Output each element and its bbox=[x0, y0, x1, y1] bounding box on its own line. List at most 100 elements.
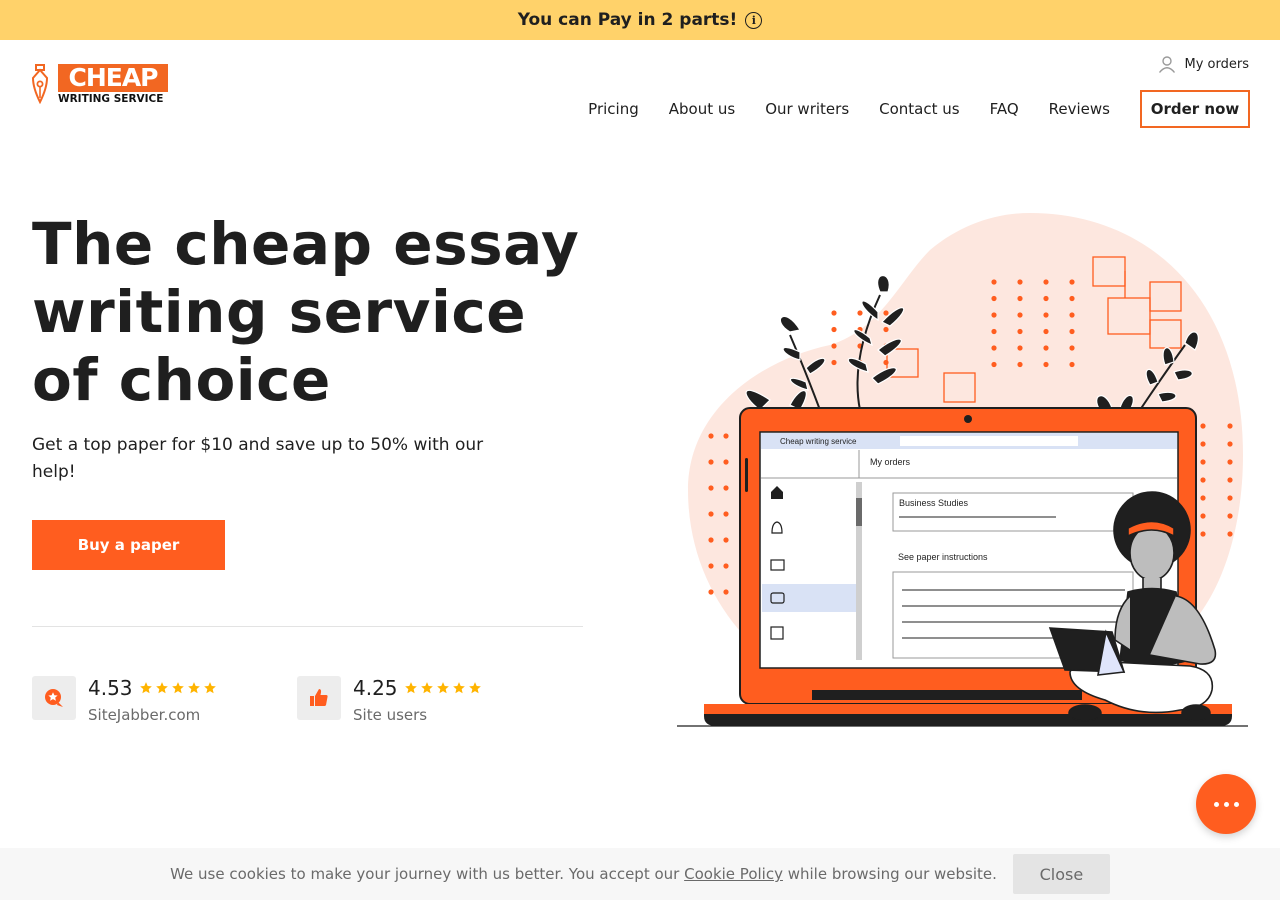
decorative-dot bbox=[708, 563, 714, 569]
nav-pricing[interactable]: Pricing bbox=[588, 90, 639, 128]
cookie-policy-link[interactable]: Cookie Policy bbox=[684, 865, 783, 883]
decorative-dot bbox=[1069, 312, 1075, 318]
decorative-dot bbox=[1200, 477, 1206, 483]
decorative-dot bbox=[708, 459, 714, 465]
decorative-dot bbox=[708, 511, 714, 517]
my-orders-label: My orders bbox=[1184, 56, 1249, 72]
decorative-dot bbox=[1017, 312, 1023, 318]
divider bbox=[32, 626, 583, 627]
decorative-dot bbox=[883, 326, 889, 333]
decorative-dot bbox=[1227, 423, 1233, 429]
decorative-dot bbox=[1043, 312, 1049, 318]
rating-site-users: 4.25 Site users bbox=[297, 676, 482, 724]
rating-sitejabber: 4.53 SiteJabber.com bbox=[32, 676, 217, 724]
decorative-dot bbox=[883, 359, 889, 366]
decorative-dot bbox=[991, 279, 997, 285]
decorative-dot bbox=[1200, 423, 1206, 429]
promo-text: You can Pay in 2 parts! bbox=[517, 10, 738, 30]
decorative-dot bbox=[1200, 495, 1206, 501]
nav-about-us[interactable]: About us bbox=[669, 90, 735, 128]
decorative-dot bbox=[831, 326, 837, 333]
decorative-dot bbox=[1227, 513, 1233, 519]
hero-subtitle: Get a top paper for $10 and save up to 5… bbox=[32, 435, 484, 482]
nav-contact-us[interactable]: Contact us bbox=[879, 90, 959, 128]
star-rating bbox=[404, 681, 482, 695]
decorative-dot bbox=[1017, 295, 1023, 302]
star-icon bbox=[404, 682, 417, 694]
decorative-dot bbox=[1017, 345, 1023, 351]
decorative-dot bbox=[723, 589, 729, 595]
promo-bar[interactable]: You can Pay in 2 parts! i bbox=[0, 0, 1280, 40]
decorative-dot bbox=[1017, 279, 1023, 285]
decorative-dot bbox=[723, 511, 729, 517]
chat-button[interactable] bbox=[1196, 774, 1256, 834]
decorative-dot bbox=[991, 295, 997, 302]
illustration-instructions-label: See paper instructions bbox=[898, 552, 988, 562]
decorative-dot bbox=[991, 312, 997, 318]
star-icon bbox=[171, 682, 184, 694]
decorative-dot bbox=[991, 328, 997, 335]
logo-word: CHEAP bbox=[58, 64, 168, 92]
decorative-dot bbox=[1069, 279, 1075, 285]
info-icon[interactable]: i bbox=[745, 11, 763, 29]
nav-reviews[interactable]: Reviews bbox=[1049, 90, 1110, 128]
decorative-dot bbox=[1017, 361, 1023, 368]
decorative-dot bbox=[1227, 441, 1233, 447]
order-now-button[interactable]: Order now bbox=[1140, 90, 1250, 128]
logo[interactable]: CHEAP WRITING SERVICE bbox=[30, 64, 168, 106]
decorative-dot bbox=[723, 537, 729, 543]
decorative-dot bbox=[708, 433, 714, 439]
decorative-dot bbox=[1017, 328, 1023, 335]
star-icon bbox=[187, 682, 200, 694]
decorative-dot bbox=[708, 589, 714, 595]
decorative-dot bbox=[883, 310, 889, 316]
star-rating bbox=[139, 681, 217, 695]
chat-dot bbox=[1223, 801, 1229, 807]
buy-paper-button[interactable]: Buy a paper bbox=[32, 520, 225, 570]
rating-source: SiteJabber.com bbox=[88, 706, 201, 724]
decorative-dot bbox=[708, 537, 714, 543]
star-icon bbox=[139, 682, 152, 694]
decorative-dot bbox=[1043, 361, 1049, 368]
decorative-dot bbox=[1069, 345, 1075, 351]
decorative-dot bbox=[1200, 513, 1206, 519]
star-icon bbox=[420, 682, 433, 694]
main-nav: Pricing About us Our writers Contact us … bbox=[588, 90, 1250, 128]
decorative-dot bbox=[1043, 345, 1049, 351]
nav-faq[interactable]: FAQ bbox=[990, 90, 1019, 128]
decorative-dot bbox=[1043, 295, 1049, 302]
decorative-dot bbox=[1227, 495, 1233, 501]
my-orders-link[interactable]: My orders bbox=[1158, 55, 1249, 73]
hero-illustration: Cheap writing service My orders Business… bbox=[677, 213, 1248, 727]
decorative-dot bbox=[1227, 531, 1233, 537]
thumbs-up-icon bbox=[297, 676, 341, 720]
sitejabber-icon bbox=[32, 676, 76, 720]
decorative-dot bbox=[1043, 328, 1049, 335]
illustration-field-label: Business Studies bbox=[899, 498, 969, 508]
user-icon bbox=[1158, 56, 1175, 73]
cookie-text-after: while browsing our website. bbox=[787, 865, 997, 883]
star-icon bbox=[468, 682, 481, 694]
star-icon bbox=[155, 682, 168, 694]
cookie-close-button[interactable]: Close bbox=[1012, 854, 1110, 894]
decorative-dot bbox=[1200, 459, 1206, 465]
logo-subtitle: WRITING SERVICE bbox=[58, 93, 164, 105]
decorative-dot bbox=[831, 359, 837, 366]
decorative-dot bbox=[1200, 531, 1206, 537]
cookie-text-before: We use cookies to make your journey with… bbox=[170, 865, 680, 883]
hero-title: The cheap essay writing service of choic… bbox=[32, 210, 580, 414]
illustration-page-title: My orders bbox=[870, 457, 911, 467]
decorative-dot bbox=[723, 433, 729, 439]
nav-our-writers[interactable]: Our writers bbox=[765, 90, 849, 128]
star-icon bbox=[452, 682, 465, 694]
decorative-dot bbox=[723, 563, 729, 569]
chat-dot bbox=[1233, 801, 1239, 807]
pen-nib-icon bbox=[31, 64, 49, 104]
decorative-dot bbox=[1069, 328, 1075, 335]
cookie-banner: We use cookies to make your journey with… bbox=[0, 848, 1280, 900]
decorative-dot bbox=[723, 485, 729, 491]
chat-dot bbox=[1213, 801, 1219, 807]
decorative-dot bbox=[708, 485, 714, 491]
decorative-dot bbox=[723, 459, 729, 465]
decorative-dot bbox=[857, 310, 863, 316]
